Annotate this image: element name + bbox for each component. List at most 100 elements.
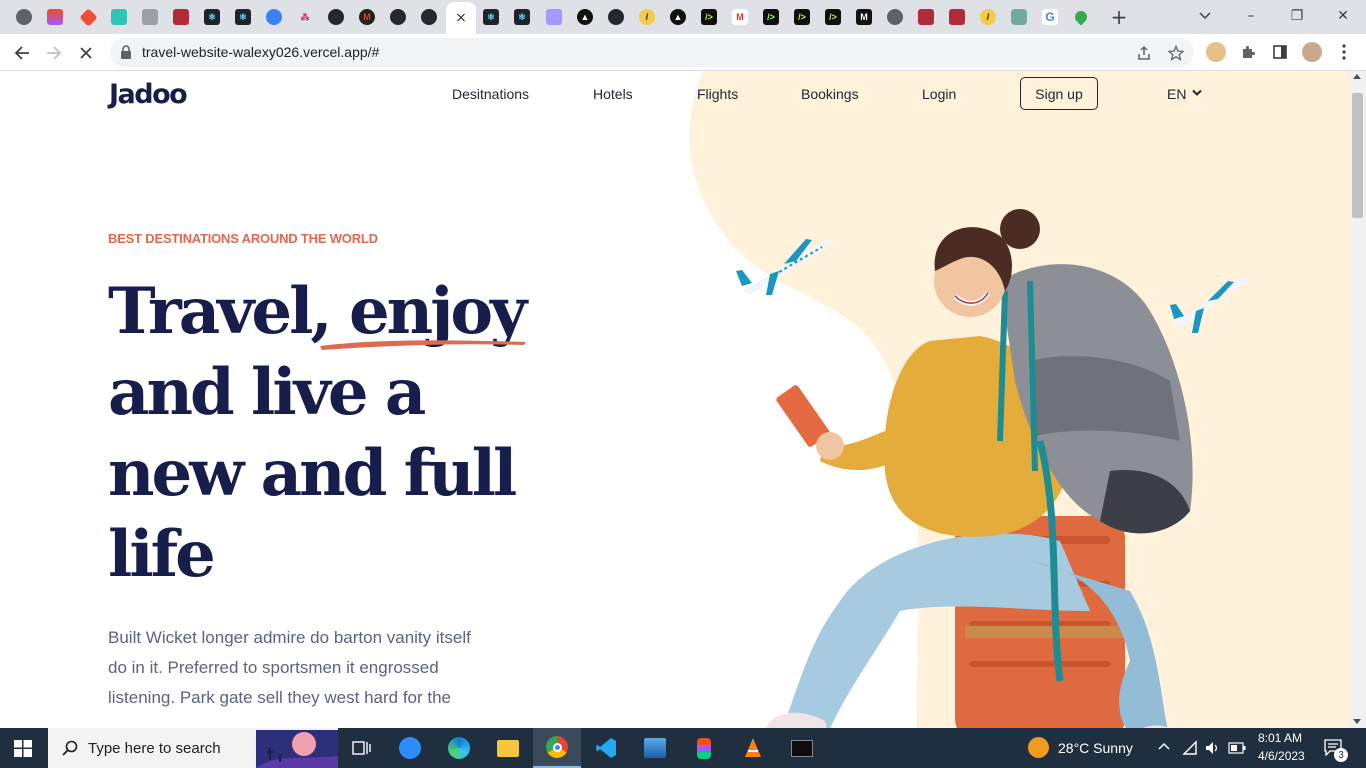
tab-github[interactable] (384, 4, 412, 30)
tab-app[interactable]: /> (788, 4, 816, 30)
tab-react[interactable]: ⚛ (508, 4, 536, 30)
tab-active[interactable]: × (446, 2, 476, 34)
tab-app[interactable] (540, 4, 568, 30)
tab-app[interactable]: /> (819, 4, 847, 30)
share-icon[interactable] (1134, 43, 1154, 63)
tab-app[interactable] (943, 4, 971, 30)
triangle-icon: ▲ (577, 9, 593, 25)
minimize-button[interactable]: – (1228, 0, 1274, 32)
hero-eyebrow: BEST DESTINATIONS AROUND THE WORLD (108, 231, 378, 246)
chrome-icon (16, 9, 32, 25)
tab-github[interactable] (415, 4, 443, 30)
page-scrollbar[interactable] (1349, 71, 1366, 728)
clock-time[interactable]: 8:01 AM (1258, 731, 1302, 745)
code-icon: /> (794, 9, 810, 25)
language-selector[interactable]: EN (1167, 86, 1186, 102)
close-window-button[interactable]: ✕ (1320, 0, 1366, 32)
tab-app[interactable] (136, 4, 164, 30)
zoom-app-icon[interactable] (386, 728, 434, 768)
extension-avatar-icon[interactable] (1206, 42, 1226, 62)
photos-app-icon[interactable] (631, 728, 679, 768)
extensions-puzzle-icon[interactable] (1238, 42, 1258, 62)
notification-count-badge[interactable]: 3 (1334, 748, 1348, 762)
side-panel-icon[interactable] (1270, 42, 1290, 62)
taskbar-search[interactable]: Type here to search (48, 728, 338, 768)
forward-button[interactable] (40, 39, 68, 67)
site-logo[interactable]: Jadoo (109, 79, 188, 110)
page-viewport: Jadoo Desitnations Hotels Flights Bookin… (0, 71, 1349, 728)
tab-react[interactable]: ⚛ (477, 4, 505, 30)
address-bar[interactable]: travel-website-walexy026.vercel.app/# (110, 38, 1194, 67)
tab-git[interactable] (74, 4, 102, 30)
tab-app[interactable] (105, 4, 133, 30)
search-icon (62, 740, 78, 756)
close-tab-icon[interactable]: × (455, 10, 467, 26)
figma-app-icon[interactable] (680, 728, 728, 768)
lock-icon[interactable] (120, 45, 132, 59)
signup-button[interactable]: Sign up (1020, 77, 1098, 110)
tab-app[interactable]: /> (695, 4, 723, 30)
nav-hotels[interactable]: Hotels (593, 86, 633, 102)
vlc-app-icon[interactable] (729, 728, 777, 768)
tab-app[interactable]: ▲ (664, 4, 692, 30)
scroll-up-arrow-icon[interactable] (1353, 74, 1361, 79)
file-explorer-icon[interactable] (484, 728, 532, 768)
tab-github[interactable] (322, 4, 350, 30)
battery-icon[interactable] (1228, 742, 1246, 754)
edge-app-icon[interactable] (435, 728, 483, 768)
chevron-down-icon[interactable] (1192, 89, 1202, 97)
slash-icon: / (980, 9, 996, 25)
weather-sun-icon[interactable] (1028, 737, 1049, 758)
tab-app[interactable]: ⁂ (291, 4, 319, 30)
tab-app[interactable] (912, 4, 940, 30)
back-button[interactable] (8, 39, 36, 67)
menu-kebab-icon[interactable] (1334, 42, 1354, 62)
tab-figma[interactable] (41, 4, 69, 30)
weather-text[interactable]: 28°C Sunny (1058, 740, 1133, 756)
tab-google[interactable]: G (1036, 4, 1064, 30)
tab-app[interactable]: M (353, 4, 381, 30)
tab-app[interactable]: /> (757, 4, 785, 30)
chrome-app-icon[interactable] (533, 728, 581, 768)
scrollbar-thumb[interactable] (1352, 93, 1363, 218)
new-tab-button[interactable]: + (1106, 4, 1132, 30)
react-icon: ⚛ (235, 9, 251, 25)
scroll-down-arrow-icon[interactable] (1353, 719, 1361, 724)
speaker-icon[interactable] (1204, 740, 1220, 756)
tab-maps[interactable] (1067, 4, 1095, 30)
tab-chrome[interactable] (10, 4, 38, 30)
tab-github[interactable] (602, 4, 630, 30)
stop-loading-button[interactable] (72, 39, 100, 67)
tab-chatgpt[interactable] (1005, 4, 1033, 30)
app-icon (142, 9, 158, 25)
wifi-icon[interactable] (1182, 740, 1198, 756)
nav-login[interactable]: Login (922, 86, 956, 102)
nav-destinations[interactable]: Desitnations (452, 86, 529, 102)
profile-avatar[interactable] (1302, 42, 1322, 62)
terminal-app-icon[interactable] (778, 728, 826, 768)
globe-icon (887, 9, 903, 25)
tab-app[interactable] (167, 4, 195, 30)
nav-bookings[interactable]: Bookings (801, 86, 859, 102)
tab-app[interactable]: M (850, 4, 878, 30)
tab-gmail[interactable]: M (726, 4, 754, 30)
tab-app[interactable] (260, 4, 288, 30)
url-text[interactable]: travel-website-walexy026.vercel.app/# (142, 44, 379, 60)
tab-app[interactable] (881, 4, 909, 30)
tab-react[interactable]: ⚛ (198, 4, 226, 30)
tab-app[interactable]: / (633, 4, 661, 30)
tab-search-icon[interactable] (1182, 0, 1228, 32)
tab-app[interactable]: ▲ (571, 4, 599, 30)
tab-react[interactable]: ⚛ (229, 4, 257, 30)
bookmark-star-icon[interactable] (1166, 43, 1186, 63)
nav-flights[interactable]: Flights (697, 86, 738, 102)
tab-app[interactable]: / (974, 4, 1002, 30)
restore-button[interactable]: ❐ (1274, 0, 1320, 32)
arrow-left-icon (14, 46, 29, 60)
chevron-up-icon[interactable] (1158, 742, 1170, 750)
task-view-icon[interactable] (338, 728, 386, 768)
clock-date[interactable]: 4/6/2023 (1258, 749, 1305, 763)
medium-icon: M (359, 9, 375, 25)
windows-start-icon[interactable] (14, 740, 32, 757)
vscode-app-icon[interactable] (582, 728, 630, 768)
